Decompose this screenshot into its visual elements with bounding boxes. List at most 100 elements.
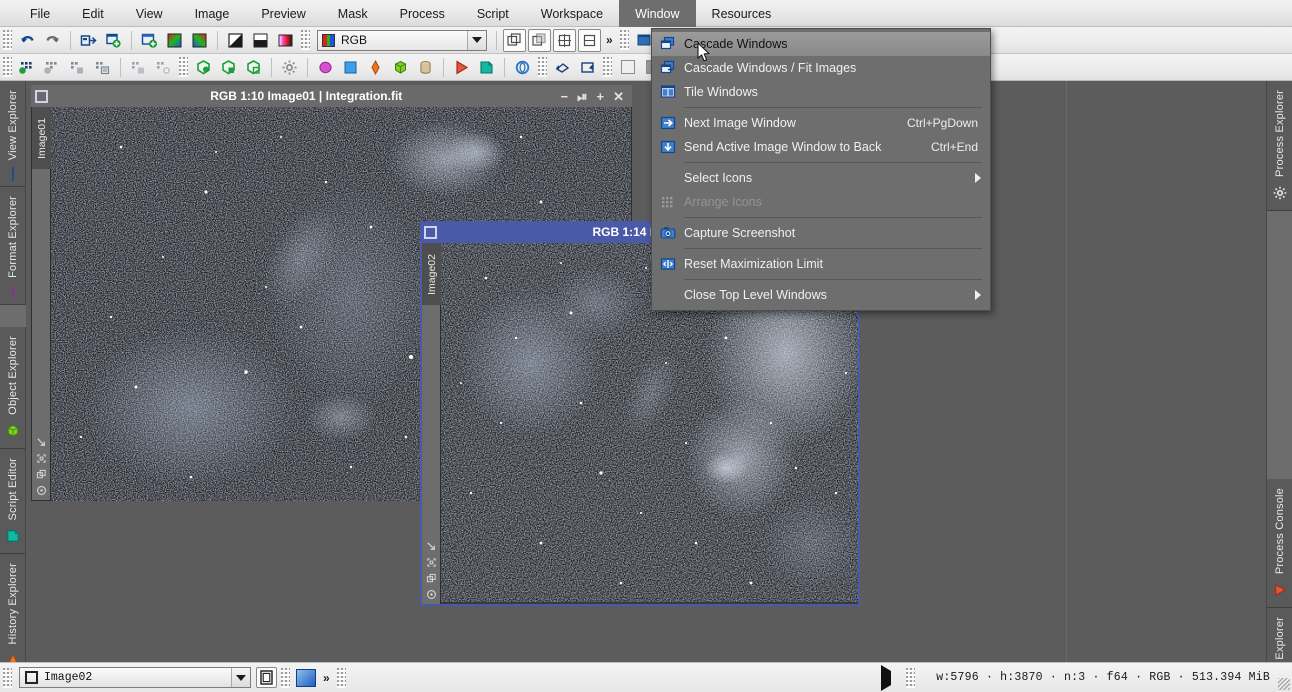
format-explorer-icon[interactable] xyxy=(314,56,337,79)
menu-image[interactable]: Image xyxy=(179,0,246,27)
toolbar-grip[interactable] xyxy=(179,57,188,77)
toolbar-grip[interactable] xyxy=(619,30,629,50)
object-explorer-icon[interactable] xyxy=(389,56,412,79)
sidebar-item-process-explorer[interactable]: Process Explorer xyxy=(1267,81,1292,211)
titlebar-image01[interactable]: RGB 1:10 Image01 | Integration.fit − ⏯ +… xyxy=(31,85,632,107)
color-space-combo[interactable]: RGB xyxy=(317,29,487,51)
invert-icon[interactable] xyxy=(224,29,247,52)
undo-all-icon[interactable] xyxy=(551,56,574,79)
window-id-tab[interactable]: Image02 xyxy=(422,243,441,305)
menu-item-next-image-window[interactable]: Next Image Window Ctrl+PgDown xyxy=(652,111,990,135)
menu-item-reset-maximization-limit[interactable]: Reset Maximization Limit xyxy=(652,252,990,276)
process-console-icon[interactable] xyxy=(450,56,473,79)
sidebar-item-process-console[interactable]: Process Console xyxy=(1267,478,1292,609)
view-selector-combo[interactable]: Image02 xyxy=(19,667,251,688)
redo-all-icon[interactable] xyxy=(576,56,599,79)
window-menu-popup[interactable]: Cascade Windows Cascade Windows / Fit Im… xyxy=(651,28,991,311)
image-info-text: w:5796 · h:3870 · n:3 · f64 · RGB · 513.… xyxy=(936,671,1270,684)
preview-toggle-icon[interactable] xyxy=(256,667,277,688)
readout-swatch-icon[interactable] xyxy=(294,667,318,689)
close-button[interactable]: ✕ xyxy=(613,90,624,103)
format-explorer-icon xyxy=(12,285,14,300)
toolbar-grip[interactable] xyxy=(3,30,12,50)
shade-button[interactable]: ⏯ xyxy=(577,90,587,103)
menu-item-capture-screenshot[interactable]: Capture Screenshot xyxy=(652,221,990,245)
preferences-gear-icon[interactable] xyxy=(278,56,301,79)
new-view-icon[interactable] xyxy=(77,29,100,52)
chevron-down-icon[interactable] xyxy=(231,668,250,687)
toolbar-secondary: 24 » xyxy=(0,54,1292,81)
maximize-button[interactable]: + xyxy=(597,90,605,103)
resize-grip[interactable] xyxy=(1278,678,1290,690)
workspace[interactable]: RGB 1:10 Image01 | Integration.fit − ⏯ +… xyxy=(26,81,1266,662)
process-icon-save[interactable] xyxy=(66,56,89,79)
copy-view-icon[interactable] xyxy=(503,28,526,52)
statusbar-grip[interactable] xyxy=(281,667,290,688)
window-sidestrip-image02[interactable]: Image02 xyxy=(422,243,441,604)
process-icon-edit[interactable] xyxy=(91,56,114,79)
crop-icon[interactable] xyxy=(553,28,576,52)
window-id-tab[interactable]: Image01 xyxy=(32,107,51,169)
resample-icon[interactable] xyxy=(578,28,601,52)
window-sidestrip-image01[interactable]: Image01 xyxy=(32,107,51,500)
menu-item-cascade-windows[interactable]: Cascade Windows xyxy=(652,32,990,56)
statusbar-grip[interactable] xyxy=(906,667,916,688)
menu-edit[interactable]: Edit xyxy=(66,0,120,27)
file-explorer-icon[interactable] xyxy=(414,56,437,79)
sidebar-item-format-explorer[interactable]: Format Explorer xyxy=(0,187,25,306)
load-process-icon[interactable] xyxy=(242,56,265,79)
toolbar-grip[interactable] xyxy=(301,30,310,50)
view-explorer-icon[interactable] xyxy=(339,56,362,79)
menu-item-close-top-level-windows[interactable]: Close Top Level Windows xyxy=(652,283,990,307)
statusbar-grip[interactable] xyxy=(3,667,12,688)
menu-workspace[interactable]: Workspace xyxy=(525,0,619,27)
menu-item-send-active-image-window-to-back[interactable]: Send Active Image Window to Back Ctrl+En… xyxy=(652,135,990,159)
sidebar-item-view-explorer[interactable]: View Explorer xyxy=(0,81,25,188)
sidebar-label: Process Explorer xyxy=(1274,90,1286,177)
process-icon-export[interactable] xyxy=(127,56,150,79)
play-icon[interactable] xyxy=(881,664,892,691)
history-explorer-icon[interactable] xyxy=(364,56,387,79)
menu-item-tile-windows[interactable]: Tile Windows xyxy=(652,80,990,104)
sidebar-item-object-explorer[interactable]: Object Explorer xyxy=(0,327,25,449)
script-editor-icon[interactable] xyxy=(475,56,498,79)
duplicate-window-icon[interactable] xyxy=(138,29,161,52)
rgb-composite-icon[interactable] xyxy=(163,29,186,52)
minimize-button[interactable]: − xyxy=(561,90,569,103)
menu-script[interactable]: Script xyxy=(461,0,525,27)
color-gradient-icon[interactable] xyxy=(274,29,297,52)
arrange-icons-icon xyxy=(652,194,684,210)
chevron-down-icon[interactable] xyxy=(467,30,486,50)
menu-item-cascade-windows-fit-images[interactable]: Cascade Windows / Fit Images xyxy=(652,56,990,80)
toolbar-separator xyxy=(496,30,497,50)
process-icon-run[interactable] xyxy=(16,56,39,79)
menu-file[interactable]: File xyxy=(14,0,66,27)
save-process-icon[interactable] xyxy=(217,56,240,79)
menu-window[interactable]: Window xyxy=(619,0,696,27)
sidebar-item-script-editor[interactable]: Script Editor xyxy=(0,448,25,555)
curves-icon[interactable] xyxy=(511,56,534,79)
new-process-instance-icon[interactable] xyxy=(192,56,215,79)
statusbar-overflow[interactable]: » xyxy=(319,671,334,685)
process-icon-delete[interactable] xyxy=(152,56,175,79)
menu-resources[interactable]: Resources xyxy=(696,0,788,27)
process-icon-add[interactable] xyxy=(41,56,64,79)
menu-view[interactable]: View xyxy=(120,0,179,27)
undo-icon[interactable] xyxy=(16,29,39,52)
sidebar-item-history-explorer[interactable]: History Explorer xyxy=(0,554,25,679)
grayscale-ramp-icon[interactable] xyxy=(249,29,272,52)
new-image-window-icon[interactable] xyxy=(102,29,125,52)
toolbar-grip[interactable] xyxy=(3,57,12,77)
toolbar-overflow-1[interactable]: » xyxy=(602,33,617,47)
menu-process[interactable]: Process xyxy=(384,0,461,27)
menu-preview[interactable]: Preview xyxy=(245,0,321,27)
mask-view-icon[interactable] xyxy=(528,28,551,52)
rgb-channels-icon[interactable] xyxy=(188,29,211,52)
toolbar-grip[interactable] xyxy=(538,57,547,77)
redo-icon[interactable] xyxy=(41,29,64,52)
menu-mask[interactable]: Mask xyxy=(322,0,384,27)
statusbar-grip[interactable] xyxy=(336,667,346,688)
menu-item-select-icons[interactable]: Select Icons xyxy=(652,166,990,190)
toolbar-grip[interactable] xyxy=(603,57,612,77)
bg-shade-1[interactable] xyxy=(616,56,639,79)
